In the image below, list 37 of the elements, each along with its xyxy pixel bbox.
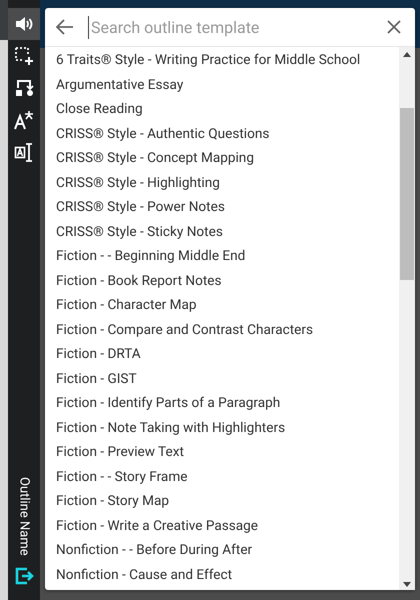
select-add-icon (14, 46, 34, 66)
template-item[interactable]: CRISS® Style - Highlighting (56, 170, 399, 195)
scroll-down-icon[interactable] (403, 582, 411, 587)
template-item[interactable]: Fiction - - Story Frame (56, 464, 399, 489)
scrollbar[interactable] (399, 47, 415, 590)
template-item[interactable]: CRISS® Style - Concept Mapping (56, 146, 399, 170)
back-arrow-icon[interactable] (56, 19, 74, 35)
speaker-icon (14, 14, 34, 34)
scroll-thumb[interactable] (400, 108, 414, 280)
header-bar (0, 0, 8, 40)
close-icon[interactable] (387, 20, 401, 34)
template-item[interactable]: 6 Traits® Style - Writing Practice for Middle School (56, 48, 399, 72)
template-item[interactable]: Fiction - DRTA (56, 342, 399, 366)
template-item[interactable]: Fiction - Write a Creative Passage (56, 514, 399, 538)
template-item[interactable]: Fiction - GIST (56, 366, 399, 391)
template-item[interactable]: Argumentative Essay (56, 72, 399, 97)
template-item[interactable]: Fiction - Book Report Notes (56, 268, 399, 293)
flow-icon (14, 78, 34, 98)
outline-name-label[interactable]: Outline Name (16, 477, 32, 556)
template-item[interactable]: Fiction - Note Taking with Highlighters (56, 416, 399, 440)
template-item[interactable]: Fiction - Identify Parts of a Paragraph (56, 391, 399, 416)
translate-icon (14, 110, 34, 130)
template-item[interactable]: Fiction - - Beginning Middle End (56, 244, 399, 268)
template-item[interactable]: Close Reading (56, 97, 399, 122)
template-item[interactable]: Nonfiction - - Before During After (56, 538, 399, 562)
template-item[interactable]: CRISS® Style - Power Notes (56, 195, 399, 220)
template-item[interactable]: Fiction - Compare and Contrast Characters (56, 318, 399, 342)
template-item[interactable]: Fiction - Story Map (56, 489, 399, 514)
template-item[interactable]: Fiction - Preview Text (56, 440, 399, 464)
template-item[interactable]: Nonfiction - Cause and Effect (56, 562, 399, 587)
text-box-icon (14, 142, 34, 162)
template-item[interactable]: CRISS® Style - Authentic Questions (56, 122, 399, 146)
template-item[interactable]: CRISS® Style - Sticky Notes (56, 220, 399, 244)
speaker-tool[interactable] (8, 8, 40, 40)
exit-icon[interactable] (14, 566, 34, 586)
scroll-up-icon[interactable] (403, 52, 411, 57)
template-item[interactable]: Fiction - Character Map (56, 293, 399, 318)
